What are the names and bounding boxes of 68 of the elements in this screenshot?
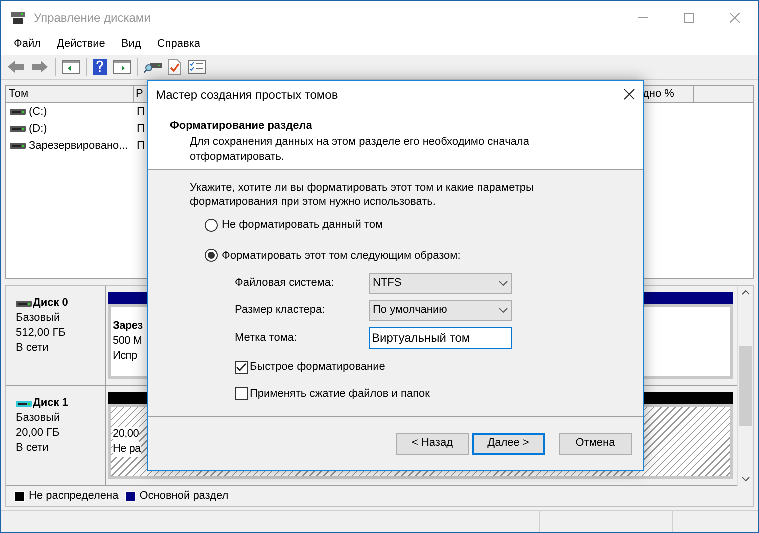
disk-status: В сети [16,341,50,356]
drive-icon [10,108,26,116]
panel-icon[interactable] [113,60,131,74]
disk-management-icon [10,10,26,25]
volume-name: Зарезервировано... [29,138,128,154]
partition-text: 20,00 [113,426,140,442]
volume-name: (C:) [29,104,48,120]
wizard-button[interactable]: < Назад [396,432,469,454]
disk-name: Диск 1 [33,396,68,412]
drive-search-icon[interactable] [144,60,162,74]
table-cell-text: П [136,104,145,120]
radio-button[interactable] [205,249,218,262]
disk-type: Базовый [16,311,62,326]
forward-arrow-icon[interactable] [31,60,49,74]
drive-icon [16,400,32,408]
radio-label: Не форматировать данный том [222,218,384,233]
drive-icon [10,124,26,133]
chevron-down-icon [499,281,508,286]
menu-item[interactable]: Справка [157,36,200,53]
dialog-title: Мастер создания простых томов [156,86,338,104]
wizard-button[interactable]: Далее > [472,432,545,454]
checkbox[interactable] [235,387,248,400]
legend-label: Не распределена [29,488,119,504]
legend-label: Основной раздел [140,488,229,504]
checkbox-label: Применять сжатие файлов и папок [250,386,430,402]
checklist-icon[interactable] [188,60,206,74]
window-title: Управление дисками [34,10,151,27]
checked-document-icon[interactable] [168,59,182,76]
wizard-button[interactable]: Отмена [559,432,632,454]
radio-label: Форматировать этот том следующим образом: [222,248,461,264]
table-cell-text: П [136,138,145,154]
chevron-up-icon[interactable] [742,290,750,296]
menu-item[interactable]: Файл [14,36,42,53]
volume-label-field[interactable]: Виртуальный том [369,327,512,349]
field-label: Метка тома: [235,330,298,346]
prompt-text: Укажите, хотите ли вы форматировать этот том и какие параметры форматирования при этом нужно использовать. [190,181,535,209]
dropdown[interactable]: NTFS [369,273,512,294]
table-cell-text: П [136,122,145,137]
column-header[interactable]: Том [6,86,134,102]
partition-text: Испр [113,349,138,364]
help-icon[interactable] [93,59,107,76]
radio-button[interactable] [205,218,218,232]
disk-size: 20,00 ГБ [16,426,61,442]
field-label: Файловая система: [235,276,336,292]
dialog-heading: Форматирование раздела [170,119,314,134]
field-label: Размер кластера: [235,303,326,318]
disk-type: Базовый [16,411,62,426]
panel-icon[interactable] [62,60,80,74]
close-icon [730,12,740,23]
menu-item[interactable]: Вид [121,36,142,53]
volume-name: (D:) [29,122,48,137]
disk-name: Диск 0 [33,296,68,312]
checkbox[interactable] [235,360,248,374]
dropdown[interactable]: По умолчанию [369,300,512,321]
disk-status: В сети [16,441,50,456]
partition-text: Не ра [113,442,141,457]
chevron-down-icon [499,308,508,313]
close-icon[interactable] [624,89,635,100]
back-arrow-icon[interactable] [7,60,25,74]
drive-icon [10,142,26,150]
drive-icon [16,300,32,308]
checkbox-label: Быстрое форматирование [250,360,386,375]
disk-size: 512,00 ГБ [16,326,67,342]
chevron-down-icon[interactable] [742,477,750,482]
dialog-subheading: Для сохранения данных на этом разделе его необходимо сначала отформатировать. [189,134,530,164]
scrollbar[interactable] [737,286,753,486]
partition-text: Зарез [113,319,143,334]
menu-item[interactable]: Действие [57,36,106,53]
